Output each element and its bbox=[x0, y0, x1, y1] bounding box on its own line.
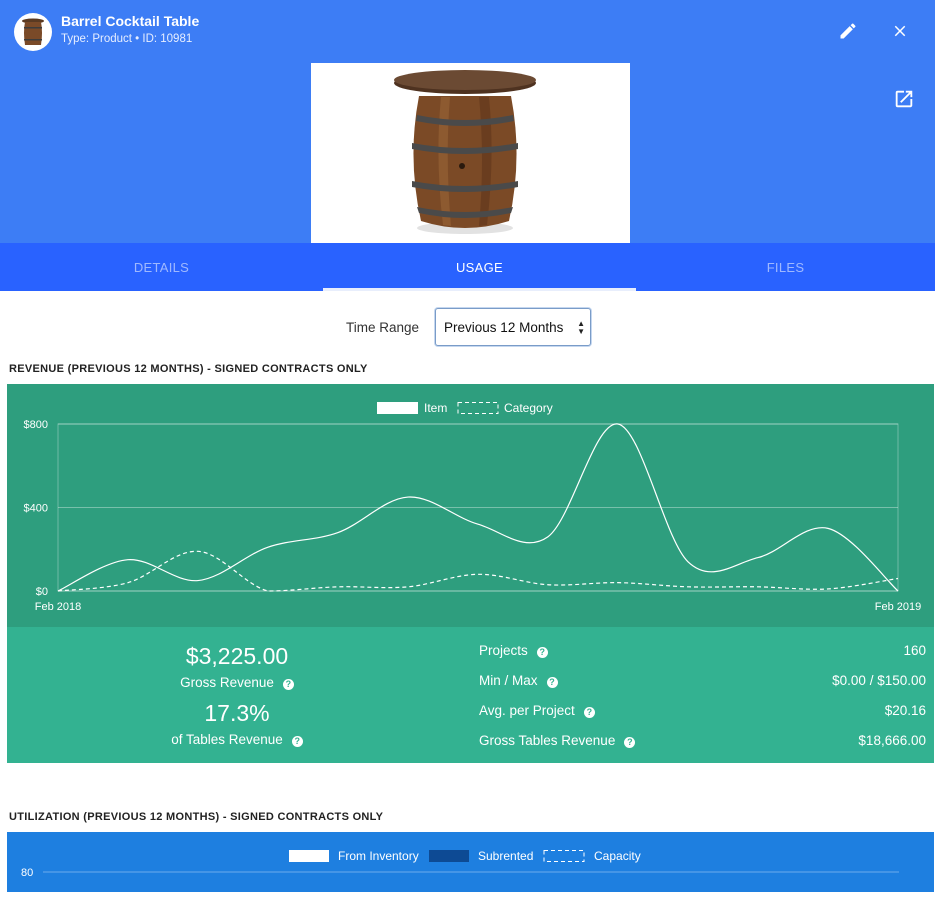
stat-label: Gross Tables Revenue bbox=[479, 733, 616, 748]
stat-value: $18,666.00 bbox=[858, 733, 926, 748]
gross-revenue-value: $3,225.00 bbox=[185, 643, 289, 669]
stat-projects: Projects? 160 bbox=[479, 643, 926, 658]
legend-category-label: Category bbox=[504, 401, 553, 415]
x-tick-label: Feb 2018 bbox=[35, 601, 81, 613]
close-button[interactable] bbox=[886, 17, 914, 45]
legend-from-inventory-swatch bbox=[289, 850, 329, 862]
stat-avg-per-project: Avg. per Project? $20.16 bbox=[479, 703, 926, 718]
help-icon[interactable]: ? bbox=[282, 679, 294, 690]
open-in-new-icon bbox=[895, 90, 913, 108]
stat-value: $20.16 bbox=[884, 703, 926, 718]
utilization-section-title: UTILIZATION (PREVIOUS 12 MONTHS) - SIGNE… bbox=[9, 811, 384, 823]
gross-revenue-label: Gross Revenue bbox=[180, 675, 274, 690]
time-range-value: Previous 12 Months bbox=[444, 319, 564, 335]
stat-label: Projects bbox=[479, 643, 528, 658]
y-tick-label: $0 bbox=[36, 586, 48, 598]
tab-details[interactable]: DETAILS bbox=[0, 243, 323, 291]
y-tick-label: 80 bbox=[21, 867, 33, 879]
select-arrows-icon: ▲ ▼ bbox=[577, 319, 586, 336]
legend-capacity-swatch bbox=[543, 850, 585, 862]
revenue-stats: $3,225.00 Gross Revenue? 17.3% of Tables… bbox=[7, 627, 934, 763]
legend-item-label: Item bbox=[424, 401, 447, 415]
time-range-control: Time Range Previous 12 Months ▲ ▼ bbox=[346, 308, 592, 346]
stat-label: Avg. per Project bbox=[479, 703, 575, 718]
tables-percent-value: 17.3% bbox=[204, 700, 270, 726]
time-range-select[interactable]: Previous 12 Months ▲ ▼ bbox=[435, 308, 592, 346]
stat-min-max: Min / Max? $0.00 / $150.00 bbox=[479, 673, 926, 688]
pencil-icon bbox=[840, 23, 856, 39]
help-icon[interactable]: ? bbox=[291, 736, 303, 747]
y-tick-label: $800 bbox=[24, 419, 48, 431]
y-tick-label: $400 bbox=[24, 503, 48, 515]
tables-percent-label-row: of Tables Revenue? bbox=[7, 732, 467, 747]
tab-bar: DETAILS USAGE FILES bbox=[0, 243, 935, 291]
revenue-chart: $0 $400 $800 Feb 2018 Feb 2019 Item Category bbox=[7, 384, 934, 627]
utilization-chart-svg: From Inventory Subrented Capacity 80 bbox=[21, 849, 899, 879]
edit-button[interactable] bbox=[834, 17, 862, 45]
help-icon[interactable]: ? bbox=[624, 737, 636, 748]
time-range-label: Time Range bbox=[346, 319, 420, 335]
legend-item-swatch bbox=[377, 402, 418, 414]
utilization-chart: From Inventory Subrented Capacity 80 bbox=[7, 832, 934, 892]
stat-label: Min / Max bbox=[479, 673, 538, 688]
legend-subrented-label: Subrented bbox=[478, 849, 533, 863]
help-icon[interactable]: ? bbox=[583, 707, 595, 718]
item-title: Barrel Cocktail Table bbox=[61, 13, 200, 29]
x-tick-label: Feb 2019 bbox=[875, 601, 921, 613]
tables-percent-label: of Tables Revenue bbox=[171, 732, 283, 747]
legend-capacity-label: Capacity bbox=[594, 849, 641, 863]
revenue-chart-svg: $0 $400 $800 Feb 2018 Feb 2019 Item Category bbox=[24, 401, 922, 613]
close-icon bbox=[894, 25, 906, 37]
item-subtitle: Type: Product • ID: 10981 bbox=[61, 33, 193, 45]
series-line-category bbox=[57, 550, 899, 592]
legend-from-inventory-label: From Inventory bbox=[338, 849, 419, 863]
revenue-section-title: REVENUE (PREVIOUS 12 MONTHS) - SIGNED CO… bbox=[9, 363, 368, 375]
help-icon[interactable]: ? bbox=[536, 647, 548, 658]
product-image bbox=[311, 63, 630, 243]
stat-value: $0.00 / $150.00 bbox=[832, 673, 926, 688]
gross-revenue-label-row: Gross Revenue? bbox=[7, 675, 467, 690]
stat-gross-tables-revenue: Gross Tables Revenue? $18,666.00 bbox=[479, 733, 926, 748]
tab-files[interactable]: FILES bbox=[636, 243, 935, 291]
open-external-button[interactable] bbox=[890, 85, 918, 113]
item-header: Barrel Cocktail Table Type: Product • ID… bbox=[0, 0, 935, 243]
legend-category-swatch bbox=[457, 402, 499, 414]
tab-usage[interactable]: USAGE bbox=[323, 243, 636, 291]
help-icon[interactable]: ? bbox=[546, 677, 558, 688]
legend-subrented-swatch bbox=[429, 850, 469, 862]
product-avatar bbox=[14, 13, 52, 51]
stat-value: 160 bbox=[903, 643, 926, 658]
